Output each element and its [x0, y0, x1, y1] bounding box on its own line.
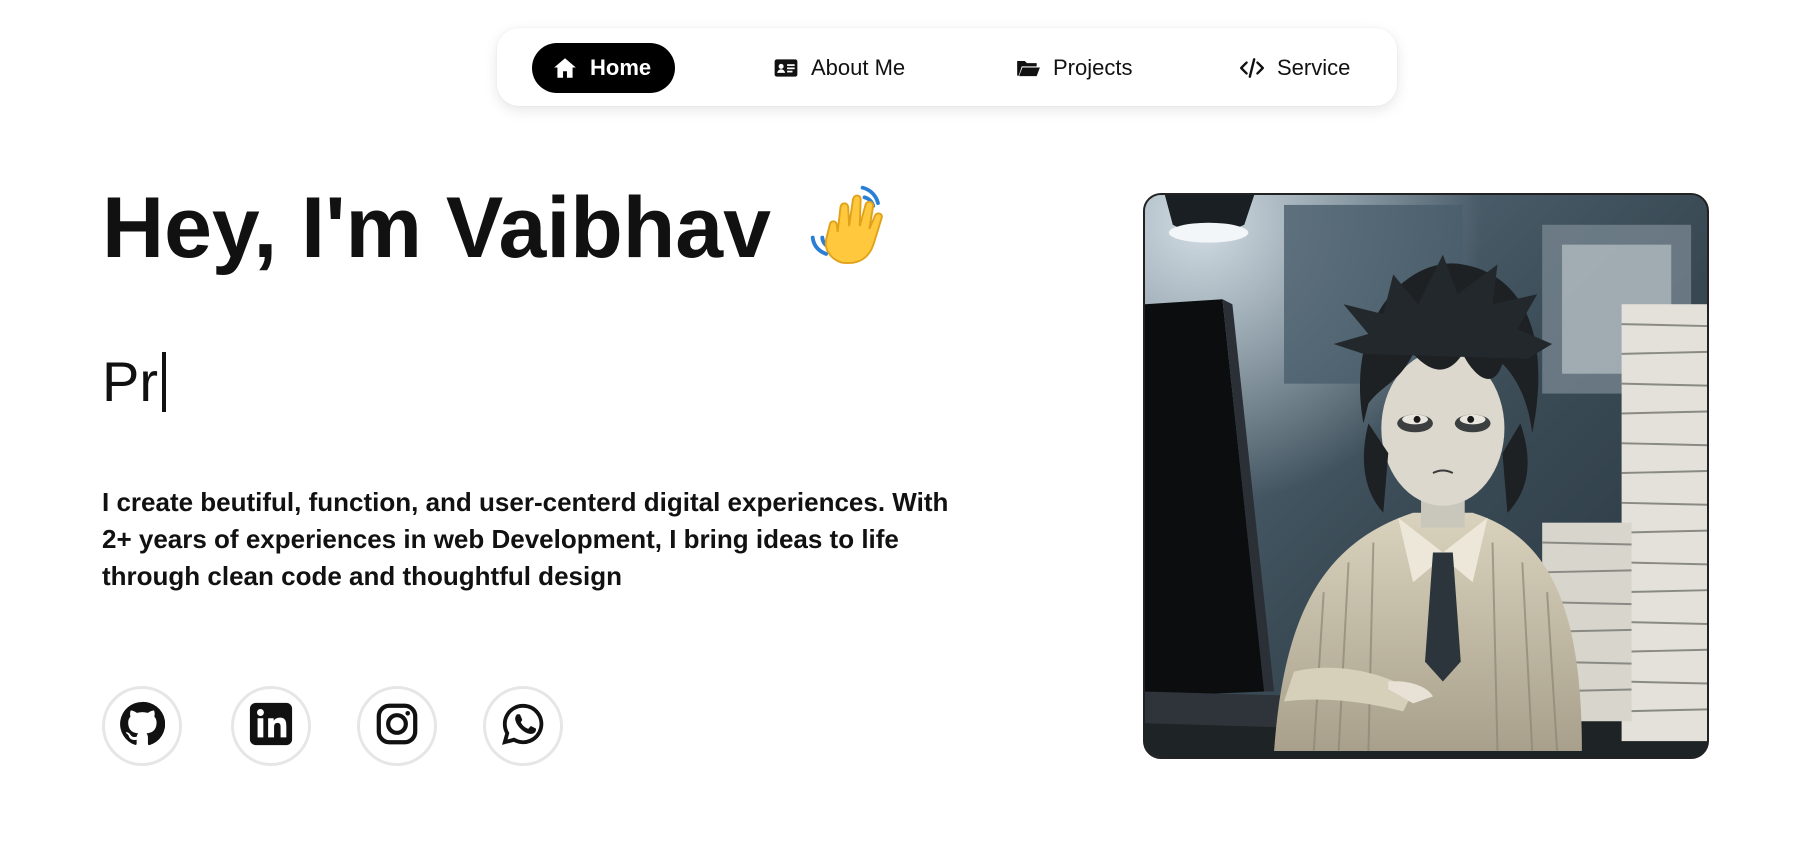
- github-icon: [119, 701, 166, 752]
- typed-role-text: Pr: [102, 345, 166, 419]
- typed-text: Pr: [102, 350, 158, 413]
- instagram-link[interactable]: [357, 686, 437, 766]
- nav-item-about[interactable]: About Me: [773, 43, 905, 93]
- portrait-illustration: [1143, 193, 1709, 759]
- whatsapp-icon: [500, 701, 546, 752]
- nav-item-projects[interactable]: Projects: [1015, 43, 1132, 93]
- nav-item-service[interactable]: Service: [1239, 43, 1350, 93]
- github-link[interactable]: [102, 686, 182, 766]
- id-card-icon: [773, 55, 799, 81]
- home-icon: [552, 55, 578, 81]
- waving-hand-icon: [805, 180, 901, 276]
- top-nav: Home About Me Projects Service: [497, 28, 1397, 106]
- linkedin-icon: [248, 701, 294, 752]
- whatsapp-link[interactable]: [483, 686, 563, 766]
- folder-open-icon: [1015, 55, 1041, 81]
- hero-title: Hey, I'm Vaibhav: [102, 178, 901, 278]
- intro-paragraph: I create beutiful, function, and user-ce…: [102, 487, 949, 591]
- nav-projects-label: Projects: [1053, 55, 1133, 80]
- code-icon: [1239, 55, 1265, 81]
- nav-home-label: Home: [590, 55, 652, 80]
- nav-service-label: Service: [1277, 55, 1351, 80]
- nav-about-label: About Me: [811, 55, 906, 80]
- hero-title-text: Hey, I'm Vaibhav: [102, 180, 771, 276]
- nav-item-home[interactable]: Home: [532, 43, 676, 93]
- typing-cursor: [162, 352, 166, 412]
- instagram-icon: [374, 701, 420, 752]
- linkedin-link[interactable]: [231, 686, 311, 766]
